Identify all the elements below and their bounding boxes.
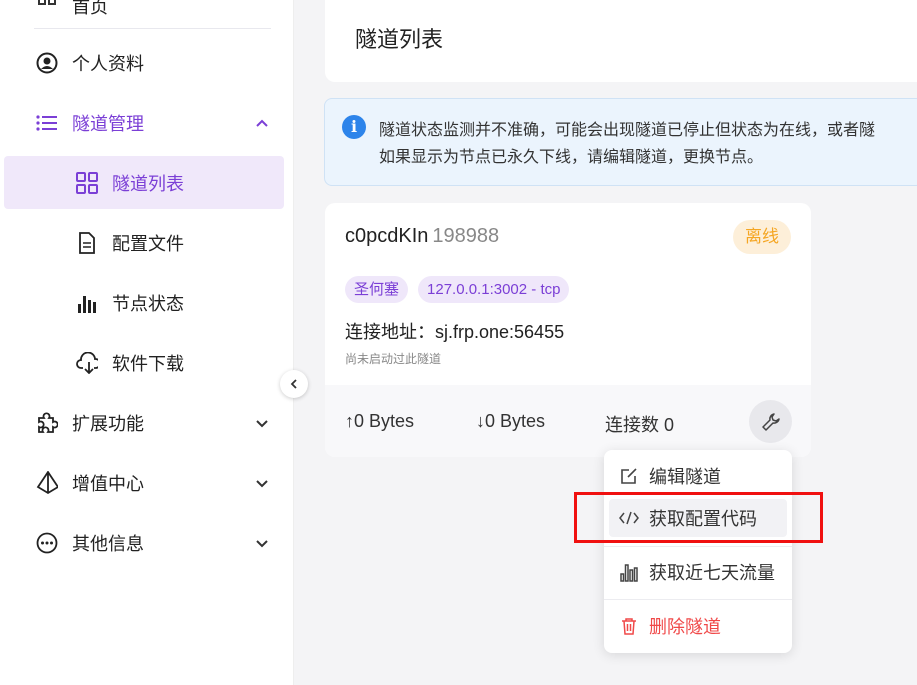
sidebar-item-value-center[interactable]: 增值中心 [0, 457, 294, 509]
edit-icon [619, 466, 639, 486]
tunnel-card: c0pcdKIn 198988 离线 圣何塞 127.0.0.1:3002 - t… [325, 203, 811, 457]
tunnel-id: 198988 [432, 225, 500, 247]
sidebar-item-tunnel-management[interactable]: 隧道管理 [0, 97, 294, 149]
chevron-left-icon [290, 379, 297, 389]
diamond-icon [36, 471, 58, 495]
connection-count: 连接数 0 [605, 415, 675, 435]
sidebar-item-downloads[interactable]: 软件下载 [0, 337, 294, 389]
sidebar-item-label: 软件下载 [112, 354, 184, 374]
page-header: 隧道列表 [325, 0, 917, 82]
sidebar-item-label: 配置文件 [112, 234, 184, 254]
menu-item-delete-tunnel[interactable]: 删除隧道 [609, 607, 787, 645]
connection-address: 连接地址：sj.frp.one:56455 [345, 322, 565, 342]
puzzle-icon [36, 412, 58, 434]
menu-item-edit-tunnel[interactable]: 编辑隧道 [609, 457, 787, 495]
menu-item-label: 删除隧道 [649, 617, 721, 637]
chevron-up-icon [256, 119, 268, 127]
home-icon [36, 0, 58, 17]
bar-chart-icon [619, 562, 639, 582]
chevron-down-icon [256, 540, 268, 548]
alert-line-1: 隧道状态监测并不准确，可能会出现隧道已停止但状态为在线，或者隧 [379, 122, 876, 139]
info-alert: i 隧道状态监测并不准确，可能会出现隧道已停止但状态为在线，或者隧 如果显示为节… [324, 98, 917, 186]
menu-item-label: 获取近七天流量 [649, 563, 775, 583]
bar-chart-icon [76, 292, 98, 314]
sidebar-item-label: 个人资料 [72, 54, 144, 74]
menu-divider [604, 599, 792, 600]
menu-item-label: 编辑隧道 [649, 467, 721, 487]
sidebar-item-extensions[interactable]: 扩展功能 [0, 397, 294, 449]
tunnel-name: c0pcdKIn [345, 225, 429, 247]
list-icon [36, 112, 58, 134]
chevron-down-icon [256, 420, 268, 428]
local-address-tag: 127.0.0.1:3002 - tcp [418, 276, 570, 303]
sidebar-item-node-status[interactable]: 节点状态 [0, 277, 294, 329]
sidebar-item-label: 扩展功能 [72, 414, 144, 434]
tunnel-actions-button[interactable] [749, 400, 792, 443]
tunnel-hint: 尚未启动过此隧道 [345, 352, 442, 366]
sidebar-item-config-files[interactable]: 配置文件 [0, 217, 294, 269]
trash-icon [619, 616, 639, 636]
menu-divider [604, 546, 792, 547]
sidebar-item-label: 其他信息 [72, 534, 144, 554]
sidebar-item-other-info[interactable]: 其他信息 [0, 517, 294, 569]
sidebar-item-label: 节点状态 [112, 294, 184, 314]
chevron-down-icon [256, 480, 268, 488]
more-icon [36, 532, 58, 554]
sidebar-item-label: 隧道列表 [112, 173, 184, 194]
alert-line-2: 如果显示为节点已永久下线，请编辑隧道，更换节点。 [379, 149, 764, 166]
sidebar-item-label: 增值中心 [72, 474, 144, 494]
download-traffic: ↓0 Bytes [476, 411, 546, 431]
sidebar: 首页 个人资料 隧道管理 隧道列表 配置文件 节点状态 软件下载 扩展功能 增值… [0, 0, 294, 685]
cloud-download-icon [76, 352, 98, 374]
tunnel-actions-menu: 编辑隧道 获取配置代码 获取近七天流量 删除隧道 [604, 450, 792, 653]
sidebar-item-profile[interactable]: 个人资料 [0, 37, 294, 89]
divider [34, 28, 271, 29]
wrench-icon [761, 412, 780, 431]
info-icon: i [342, 115, 366, 139]
node-tag: 圣何塞 [345, 276, 409, 303]
user-circle-icon [36, 52, 58, 74]
sidebar-item-label: 首页 [72, 0, 108, 17]
tunnel-card-footer: ↑0 Bytes ↓0 Bytes 连接数 0 [325, 385, 811, 457]
file-icon [76, 232, 98, 254]
menu-item-seven-day-traffic[interactable]: 获取近七天流量 [609, 553, 787, 591]
sidebar-item-tunnel-list[interactable]: 隧道列表 [4, 156, 284, 209]
sidebar-item-label: 隧道管理 [72, 114, 144, 134]
grid-icon [76, 171, 98, 194]
collapse-sidebar-button[interactable] [280, 370, 308, 398]
upload-traffic: ↑0 Bytes [345, 411, 415, 431]
status-badge: 离线 [733, 220, 791, 254]
page-title: 隧道列表 [355, 27, 444, 52]
highlight-box [574, 492, 823, 543]
